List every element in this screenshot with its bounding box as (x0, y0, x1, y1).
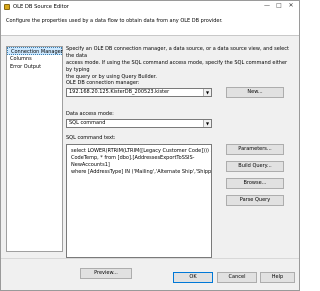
nav-item-columns[interactable]: Columns (7, 55, 62, 63)
cancel-button[interactable]: Cancel (217, 272, 257, 283)
preview-button[interactable]: Preview... (80, 268, 132, 279)
maximize-icon[interactable]: □ (273, 2, 285, 10)
footer-separator (1, 258, 299, 259)
app-icon (4, 3, 10, 10)
window-title: OLE DB Source Editor (13, 3, 69, 10)
connection-manager-select[interactable]: 192.168.20.125.KisterDB_200523.kister ▼ (66, 88, 212, 97)
access-mode-value: SQL command (69, 120, 106, 126)
parse-query-button[interactable]: Parse Query (226, 195, 284, 206)
editor-description: Configure the properties used by a data … (6, 18, 223, 24)
access-mode-select[interactable]: SQL command ▼ (66, 119, 212, 128)
build-query-button[interactable]: Build Query... (226, 161, 284, 172)
chevron-down-icon[interactable]: ▼ (203, 89, 211, 96)
intro-line: Specify an OLE DB connection manager, a … (66, 46, 289, 59)
intro-line: access mode. If using the SQL command ac… (66, 60, 288, 73)
sql-line: select LOWER(RTRIM(LTRIM([Legacy Custome… (71, 148, 212, 154)
ole-db-source-editor-window: OLE DB Source Editor — □ ✕ Configure the… (0, 0, 300, 291)
nav-item-error-output[interactable]: Error Output (7, 63, 62, 71)
connection-manager-value: 192.168.20.125.KisterDB_200523.kister (69, 89, 170, 95)
description-band: Configure the properties used by a data … (1, 12, 299, 36)
help-button[interactable]: Help (260, 272, 295, 283)
minimize-icon[interactable]: — (261, 2, 273, 10)
sql-line: where [AddressType] IN ('Mailing','Alter… (71, 169, 212, 175)
access-mode-label: Data access mode: (66, 111, 114, 117)
page-navigation: Connection Manager Columns Error Output (6, 46, 63, 252)
sql-line: NewAccounts1] (71, 162, 110, 168)
window-controls: — □ ✕ (261, 2, 297, 10)
sql-line: CodeTemp, * from [dbo].[AddressesExportT… (71, 155, 195, 161)
browse-button[interactable]: Browse... (226, 178, 284, 189)
sql-command-textarea[interactable]: select LOWER(RTRIM(LTRIM([Legacy Custome… (66, 144, 212, 258)
close-icon[interactable]: ✕ (285, 2, 297, 10)
new-connection-button[interactable]: New... (226, 87, 284, 98)
sql-command-label: SQL command text: (66, 135, 116, 141)
chevron-down-icon[interactable]: ▼ (203, 120, 211, 127)
connection-manager-label: OLE DB connection manager: (66, 80, 140, 86)
parameters-button[interactable]: Parameters... (226, 144, 284, 155)
panel-intro: Specify an OLE DB connection manager, a … (66, 46, 294, 81)
ok-button[interactable]: OK (173, 272, 213, 283)
nav-item-connection-manager[interactable]: Connection Manager (7, 47, 63, 55)
title-bar: OLE DB Source Editor — □ ✕ (1, 1, 299, 12)
